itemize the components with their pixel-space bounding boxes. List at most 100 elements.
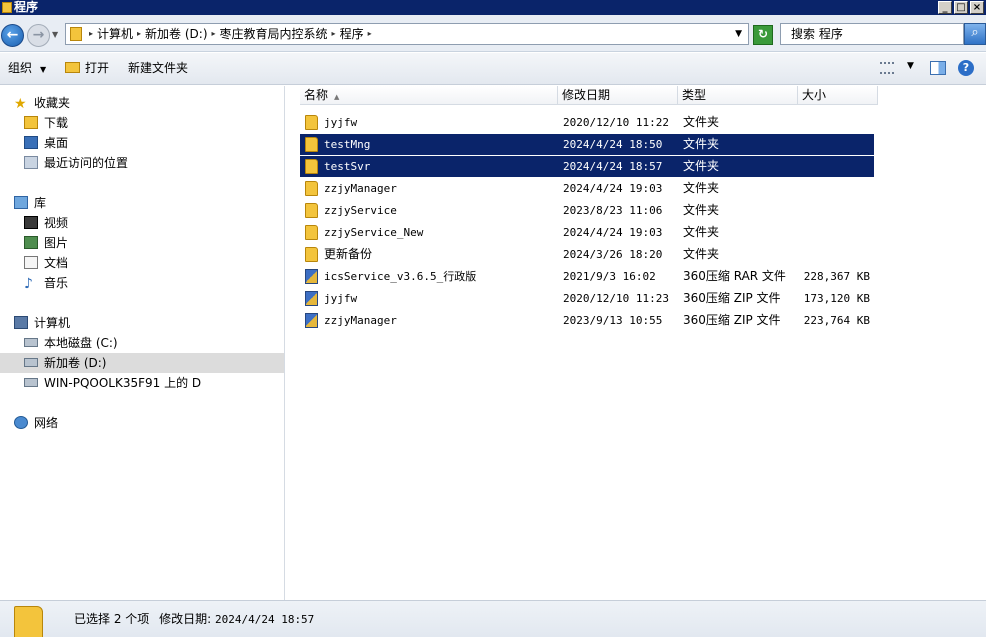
- nav-libraries[interactable]: 库: [14, 193, 46, 213]
- details-pane: 已选择 2 个项 修改日期: 2024/4/24 18:57: [0, 600, 986, 637]
- close-button[interactable]: ×: [970, 1, 984, 14]
- folder-icon: [14, 606, 43, 637]
- star-icon: ★: [14, 95, 27, 112]
- forward-button[interactable]: →: [27, 24, 50, 47]
- file-date: 2024/4/24 18:50: [563, 138, 663, 151]
- downloads-folder-icon: [24, 116, 38, 129]
- file-type: 文件夹: [683, 247, 720, 261]
- file-date: 2023/9/13 10:55: [563, 314, 663, 327]
- chevron-right-icon[interactable]: ▸: [367, 24, 373, 44]
- nav-downloads[interactable]: 下载: [24, 113, 68, 133]
- column-headers: 名称 ▲ 修改日期 类型 大小: [300, 86, 878, 105]
- file-type: 文件夹: [683, 181, 720, 195]
- nav-network[interactable]: 网络: [14, 413, 58, 433]
- file-name: testMng: [324, 138, 371, 151]
- selection-status: 已选择 2 个项 修改日期: 2024/4/24 18:57: [74, 612, 315, 626]
- file-date: 2020/12/10 11:23: [563, 292, 669, 305]
- breadcrumb-item[interactable]: 计算机: [94, 24, 136, 44]
- folder-icon: [305, 247, 318, 262]
- maximize-button[interactable]: □: [954, 1, 968, 14]
- folder-icon: [305, 159, 318, 174]
- address-input[interactable]: ▸ 计算机 ▸ 新加卷 (D:) ▸ 枣庄教育局内控系统 ▸ 程序 ▸ ▼: [65, 23, 749, 45]
- search-input[interactable]: 搜索 程序: [780, 23, 964, 45]
- archive-icon: [305, 313, 318, 328]
- nav-documents[interactable]: 文档: [24, 253, 68, 273]
- nav-videos[interactable]: 视频: [24, 213, 68, 233]
- file-type: 360压缩 RAR 文件: [683, 269, 786, 283]
- folder-icon: [2, 2, 12, 13]
- window-controls: _ □ ×: [938, 1, 984, 14]
- address-bar-area: ← → ▼ ▸ 计算机 ▸ 新加卷 (D:) ▸ 枣庄教育局内控系统 ▸ 程序 …: [0, 15, 986, 52]
- desktop-icon: [24, 136, 38, 149]
- nav-music[interactable]: ♪ 音乐: [24, 273, 68, 293]
- file-row[interactable]: testMng 2024/4/24 18:50 文件夹: [300, 134, 874, 155]
- picture-icon: [24, 236, 38, 249]
- file-row[interactable]: zzjyService_New 2024/4/24 19:03 文件夹: [300, 222, 874, 243]
- archive-icon: [305, 291, 318, 306]
- breadcrumb-item[interactable]: 枣庄教育局内控系统: [217, 24, 331, 44]
- file-row[interactable]: jyjfw 2020/12/10 11:22 文件夹: [300, 112, 874, 133]
- file-list-pane: 名称 ▲ 修改日期 类型 大小 jyjfw 2020/12/10 11:22 文件…: [286, 86, 986, 600]
- column-header-type[interactable]: 类型: [678, 86, 798, 105]
- hard-drive-icon: [24, 338, 38, 347]
- nav-desktop[interactable]: 桌面: [24, 133, 68, 153]
- history-dropdown-icon[interactable]: ▼: [52, 30, 58, 39]
- new-folder-button[interactable]: 新建文件夹: [128, 53, 188, 83]
- file-date: 2020/12/10 11:22: [563, 116, 669, 129]
- nav-pictures[interactable]: 图片: [24, 233, 68, 253]
- nav-drive-d[interactable]: 新加卷 (D:): [0, 353, 284, 373]
- network-icon: [14, 416, 28, 429]
- breadcrumb-item[interactable]: 新加卷 (D:): [142, 24, 210, 44]
- file-name: zzjyManager: [324, 182, 397, 195]
- file-row[interactable]: zzjyManager 2023/9/13 10:55 360压缩 ZIP 文件…: [300, 310, 874, 331]
- file-type: 360压缩 ZIP 文件: [683, 291, 781, 305]
- breadcrumb: ▸ 计算机 ▸ 新加卷 (D:) ▸ 枣庄教育局内控系统 ▸ 程序 ▸: [88, 24, 373, 44]
- open-button[interactable]: 打开: [65, 53, 109, 83]
- file-date: 2024/4/24 19:03: [563, 226, 663, 239]
- file-row[interactable]: zzjyService 2023/8/23 11:06 文件夹: [300, 200, 874, 221]
- file-size: 173,120 KB: [803, 292, 870, 305]
- nav-computer[interactable]: 计算机: [14, 313, 70, 333]
- minimize-button[interactable]: _: [938, 1, 952, 14]
- file-date: 2021/9/3 16:02: [563, 270, 656, 283]
- hard-drive-icon: [24, 358, 38, 367]
- chevron-down-icon[interactable]: ▼: [907, 61, 914, 71]
- column-header-size[interactable]: 大小: [798, 86, 878, 105]
- window-title: 程序: [14, 0, 39, 14]
- file-row[interactable]: zzjyManager 2024/4/24 19:03 文件夹: [300, 178, 874, 199]
- nav-network-drive[interactable]: WIN-PQOOLK35F91 上的 D: [24, 373, 201, 393]
- chevron-down-icon[interactable]: ▼: [735, 24, 742, 44]
- recent-places-icon: [24, 156, 38, 169]
- nav-favorites[interactable]: ★ 收藏夹: [14, 93, 70, 113]
- breadcrumb-item[interactable]: 程序: [337, 24, 367, 44]
- file-name: jyjfw: [324, 116, 358, 129]
- column-header-name[interactable]: 名称 ▲: [300, 86, 558, 105]
- back-button[interactable]: ←: [1, 24, 24, 47]
- refresh-button[interactable]: ↻: [753, 25, 773, 45]
- help-icon[interactable]: ?: [958, 60, 974, 76]
- preview-pane-icon[interactable]: [930, 61, 946, 75]
- nav-drive-c[interactable]: 本地磁盘 (C:): [24, 333, 118, 353]
- view-options-icon[interactable]: [880, 62, 894, 74]
- library-icon: [14, 196, 28, 209]
- organize-button[interactable]: 组织 ▼: [8, 53, 46, 83]
- file-type: 文件夹: [683, 225, 720, 239]
- file-row[interactable]: 更新备份 2024/3/26 18:20 文件夹: [300, 244, 874, 265]
- open-folder-icon: [65, 62, 80, 73]
- file-date: 2023/8/23 11:06: [563, 204, 663, 217]
- network-drive-icon: [24, 378, 38, 387]
- file-name: zzjyService: [324, 204, 397, 217]
- search-button[interactable]: ⌕: [964, 23, 986, 45]
- folder-icon: [305, 181, 318, 196]
- file-type: 文件夹: [683, 159, 720, 173]
- folder-icon: [305, 137, 318, 152]
- file-row[interactable]: jyjfw 2020/12/10 11:23 360压缩 ZIP 文件 173,…: [300, 288, 874, 309]
- file-row[interactable]: icsService_v3.6.5_行政版 2021/9/3 16:02 360…: [300, 266, 874, 287]
- column-header-date[interactable]: 修改日期: [558, 86, 678, 105]
- video-icon: [24, 216, 38, 229]
- file-row[interactable]: testSvr 2024/4/24 18:57 文件夹: [300, 156, 874, 177]
- nav-recent-places[interactable]: 最近访问的位置: [24, 153, 128, 173]
- file-name: jyjfw: [324, 292, 358, 305]
- command-bar: 组织 ▼ 打开 新建文件夹 ▼ ?: [0, 53, 986, 85]
- file-size: 223,764 KB: [803, 314, 870, 327]
